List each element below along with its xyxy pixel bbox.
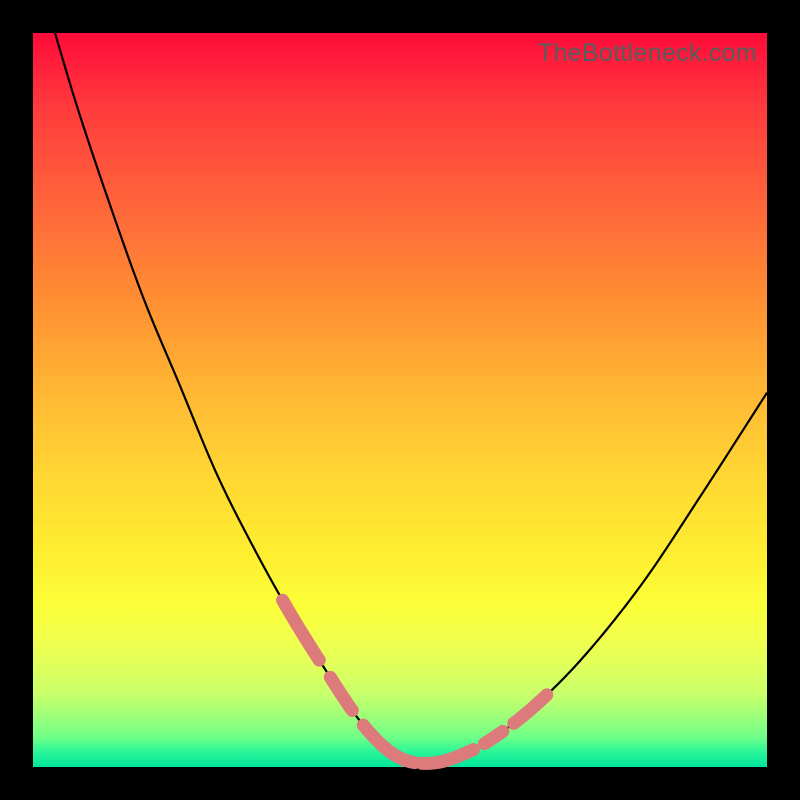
curve-marker [330,677,352,710]
marker-group [283,600,547,763]
main-curve [55,33,767,763]
curve-marker [514,695,547,723]
curve-marker [283,600,320,660]
curve-marker [363,725,414,762]
chart-frame: TheBottleneck.com [0,0,800,800]
curve-marker [484,731,502,743]
curve-svg [33,33,767,767]
curve-marker [422,750,473,764]
plot-area: TheBottleneck.com [33,33,767,767]
